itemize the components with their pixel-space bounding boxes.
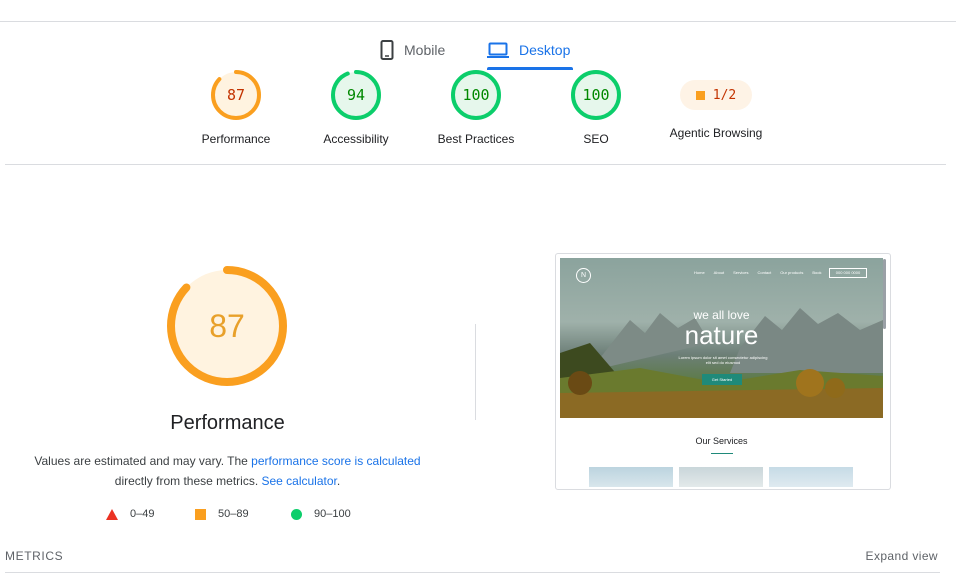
gauge-agentic-browsing[interactable]: 1/2 Agentic Browsing — [656, 70, 776, 140]
gauge-label: Agentic Browsing — [669, 126, 763, 140]
gauge-score: 87 — [226, 86, 246, 104]
legend-range: 50–89 — [218, 508, 249, 520]
phone-icon — [380, 40, 394, 60]
device-tabs: Mobile Desktop — [0, 30, 956, 70]
gauge-score: 100 — [462, 86, 490, 104]
performance-score: 87 — [209, 308, 245, 344]
page-screenshot-thumbnail[interactable]: N Home About Services Contact Our produc… — [555, 253, 891, 490]
gauge-performance[interactable]: 87 Performance — [176, 70, 296, 146]
agentic-badge: 1/2 — [680, 80, 752, 110]
metrics-heading: METRICS — [5, 549, 64, 563]
desc-text: Values are estimated and may vary. The — [34, 454, 252, 468]
tab-mobile-label: Mobile — [404, 42, 446, 58]
square-icon — [195, 508, 206, 520]
site-nav-item: About — [713, 270, 725, 275]
hero-subtext: Lorem ipsum dolor sit amet consectetur a… — [678, 355, 768, 365]
legend-range: 90–100 — [314, 508, 351, 520]
tab-desktop[interactable]: Desktop — [487, 30, 570, 70]
metrics-divider — [5, 572, 940, 573]
performance-gauge-large: 87 — [167, 266, 287, 386]
category-gauges: 87 Performance 94 Accessibility 100 Best… — [0, 70, 956, 160]
services-title: Our Services — [695, 436, 748, 446]
gauge-score: 94 — [346, 86, 366, 104]
service-card — [679, 467, 763, 487]
site-nav-item: Home — [694, 270, 705, 275]
service-card — [769, 467, 853, 487]
services-underline — [711, 453, 733, 454]
hero-button: Get Started — [702, 374, 742, 385]
legend-average: 50–89 — [195, 508, 249, 520]
score-calculated-link[interactable]: performance score is calculated — [251, 454, 420, 468]
triangle-icon — [106, 508, 118, 520]
tab-desktop-label: Desktop — [519, 42, 571, 58]
laptop-icon — [487, 42, 509, 58]
service-card — [589, 467, 673, 487]
desc-text: directly from these metrics. — [114, 474, 262, 488]
thumbnail-scrollbar — [883, 259, 886, 329]
gauge-seo[interactable]: 100 SEO — [536, 70, 656, 146]
circle-icon — [291, 508, 302, 520]
vertical-divider — [475, 324, 476, 420]
thumbnail-hero: N Home About Services Contact Our produc… — [560, 258, 883, 418]
expand-view-button[interactable]: Expand view — [866, 549, 938, 563]
site-nav-item: Contact — [757, 270, 772, 275]
agentic-value: 1/2 — [712, 87, 737, 103]
site-nav-item: Book — [812, 270, 822, 275]
gauge-accessibility[interactable]: 94 Accessibility — [296, 70, 416, 146]
gauge-score: 100 — [582, 86, 610, 104]
square-icon — [695, 90, 705, 100]
gauges-divider — [5, 164, 946, 165]
see-calculator-link[interactable]: See calculator — [261, 474, 336, 488]
gauge-best-practices[interactable]: 100 Best Practices — [416, 70, 536, 146]
gauge-label: Best Practices — [437, 132, 515, 146]
top-divider — [0, 21, 956, 22]
gauge-label: Accessibility — [323, 132, 389, 146]
score-legend: 0–49 50–89 90–100 — [0, 508, 455, 528]
site-logo: N — [576, 268, 591, 283]
legend-fail: 0–49 — [106, 508, 154, 520]
performance-title: Performance — [170, 412, 285, 434]
hero-big-heading: nature — [684, 320, 759, 350]
gauge-label: Performance — [201, 132, 271, 146]
legend-pass: 90–100 — [291, 508, 351, 520]
site-phone-button: 000 000 0000 — [829, 268, 867, 278]
site-nav-item: Our products — [780, 270, 804, 275]
legend-range: 0–49 — [130, 508, 155, 520]
desc-text: . — [336, 474, 341, 488]
gauge-label: SEO — [583, 132, 609, 146]
site-nav-item: Services — [733, 270, 749, 275]
tab-mobile[interactable]: Mobile — [380, 30, 445, 70]
site-nav: Home About Services Contact Our products… — [694, 270, 822, 275]
performance-description: Values are estimated and may vary. The p… — [30, 451, 425, 491]
